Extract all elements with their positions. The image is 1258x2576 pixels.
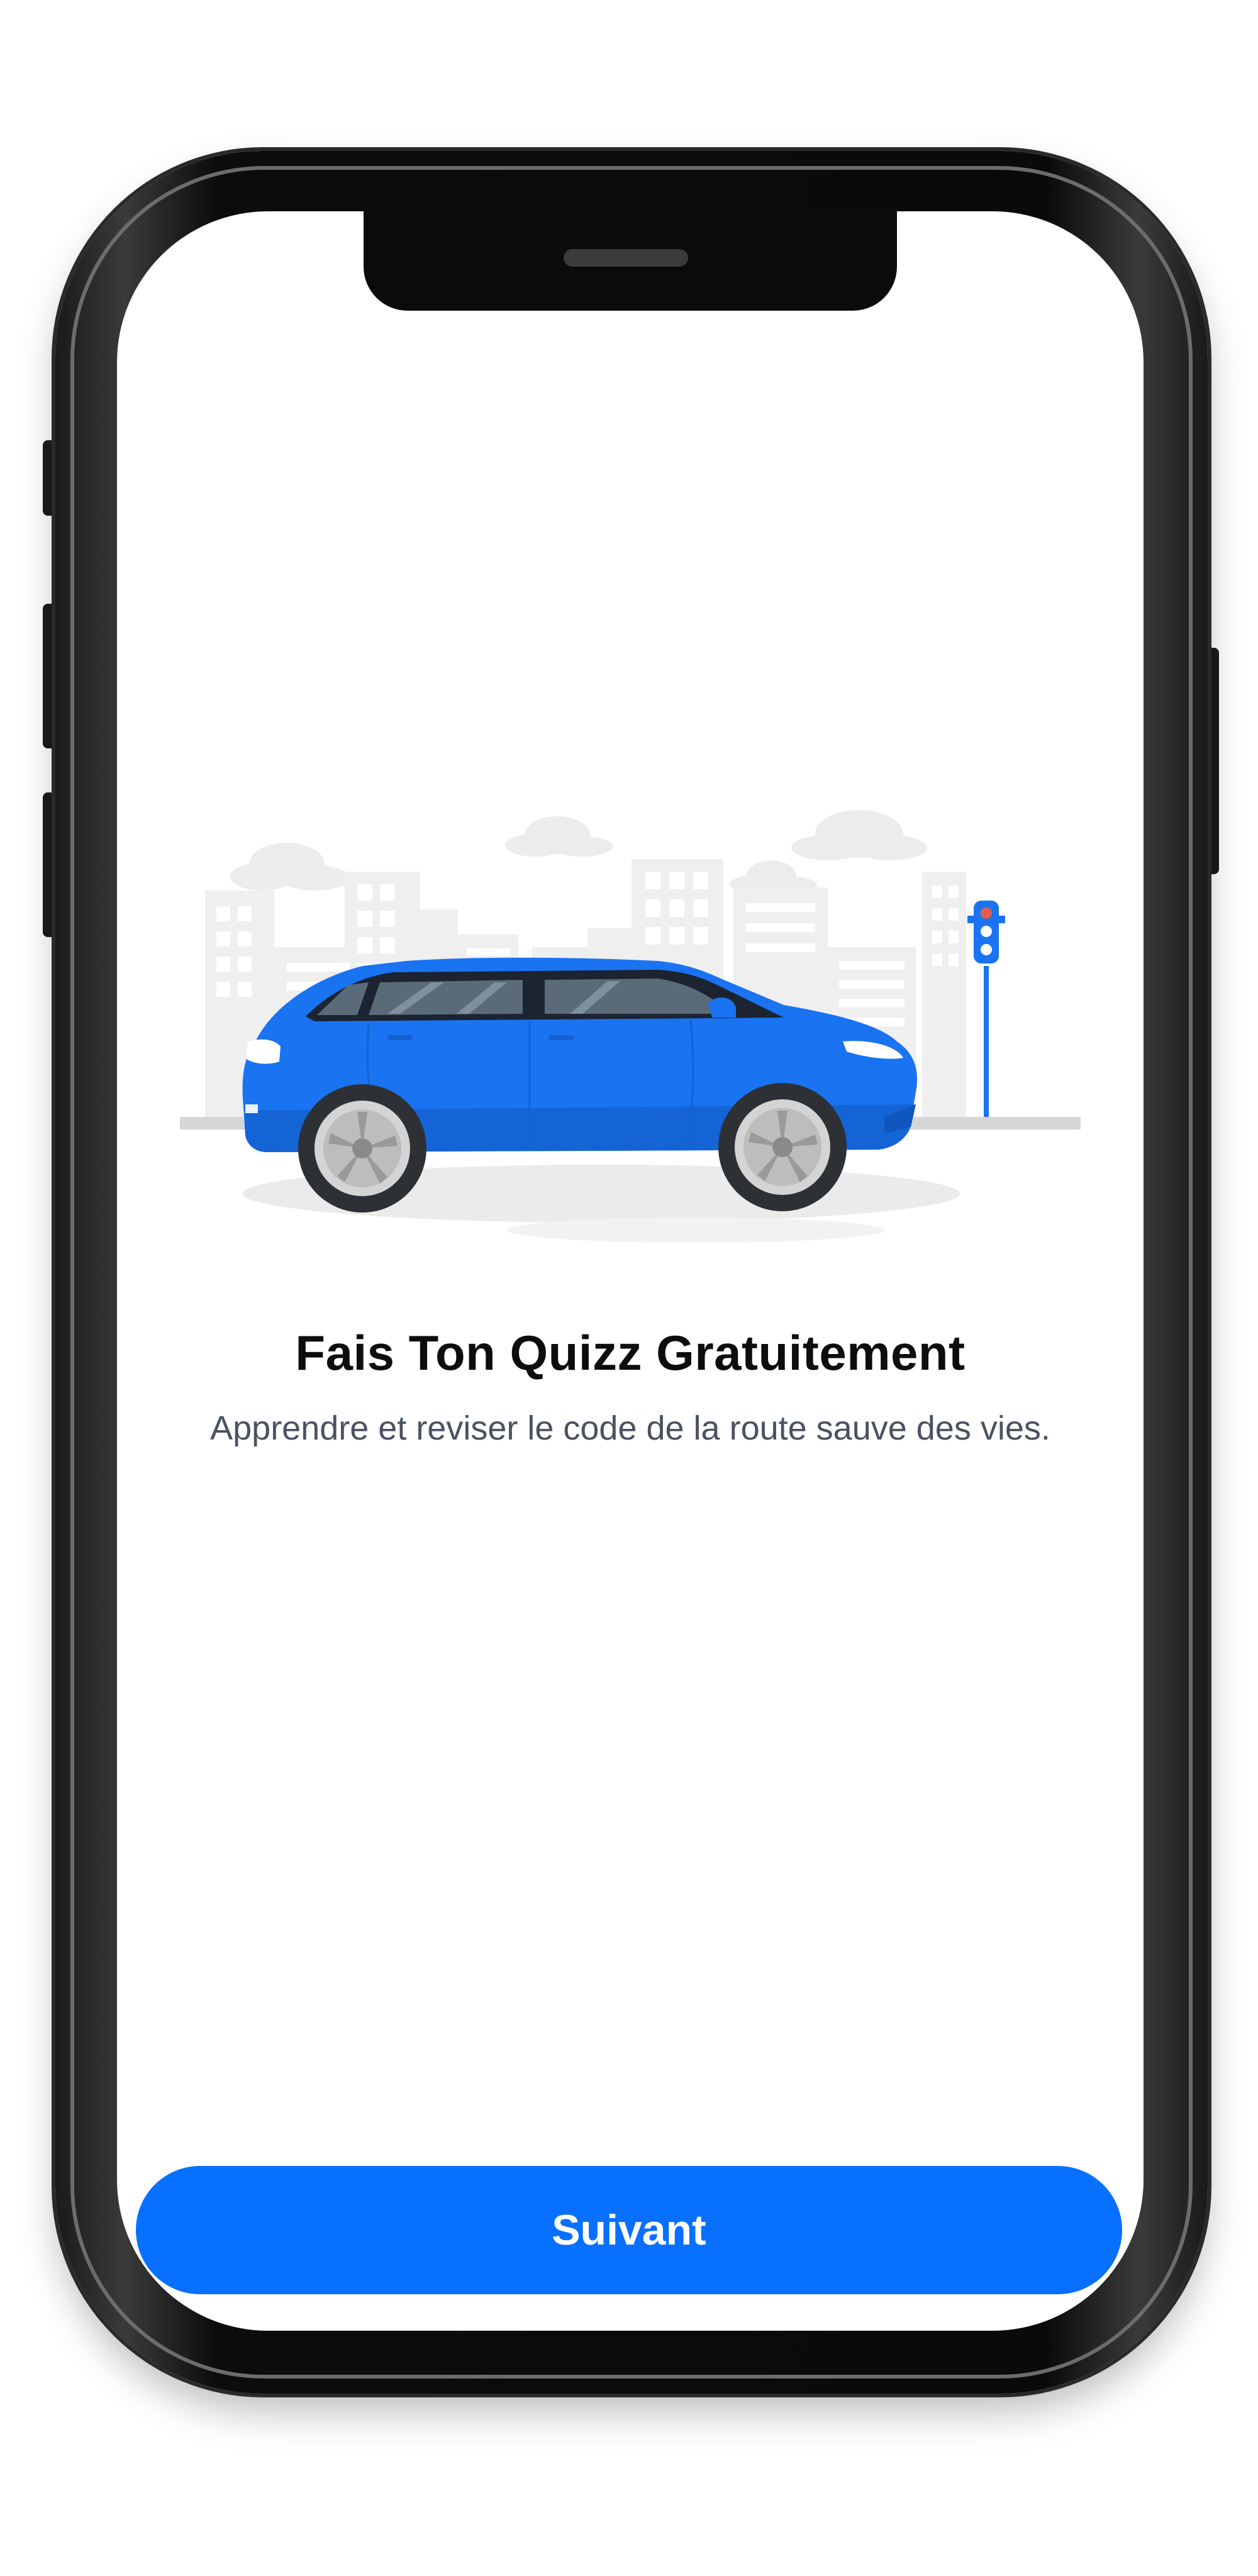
volume-down-button (43, 792, 57, 937)
onboarding-subtitle: Apprendre et reviser le code de la route… (210, 1409, 1050, 1447)
volume-up-button (43, 604, 57, 748)
next-button[interactable]: Suivant (136, 2166, 1122, 2294)
car-city-illustration (180, 810, 1081, 1243)
traffic-light-icon (967, 901, 1005, 1117)
notch (364, 211, 897, 311)
onboarding-title: Fais Ton Quizz Gratuitement (295, 1325, 966, 1380)
silent-switch (43, 440, 57, 516)
cloud-icon (230, 810, 927, 894)
page: Fais Ton Quizz Gratuitement Apprendre et… (0, 0, 1258, 2576)
speaker-grille (564, 249, 688, 267)
phone-screen: Fais Ton Quizz Gratuitement Apprendre et… (117, 211, 1144, 2331)
